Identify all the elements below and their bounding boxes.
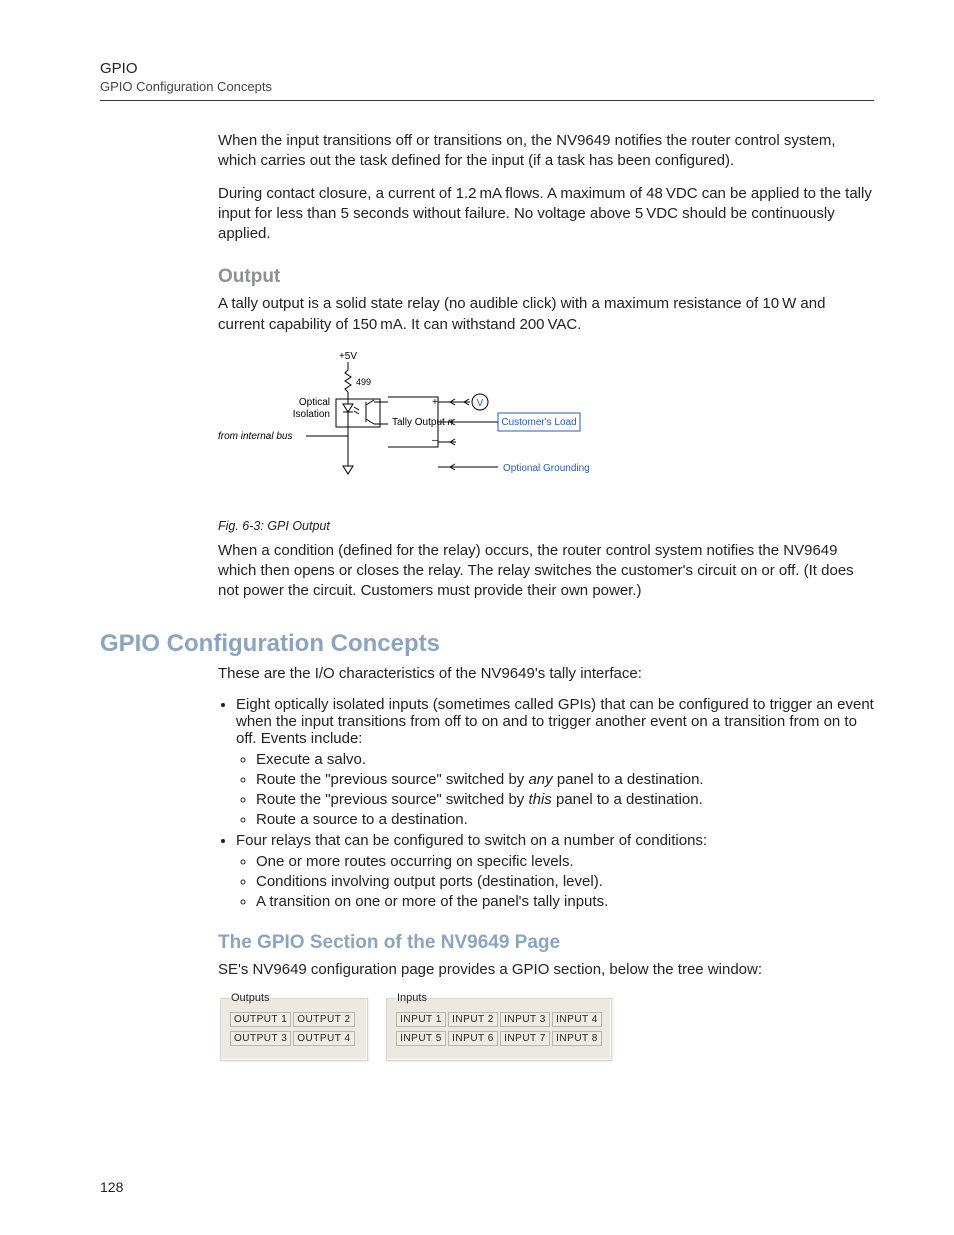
svg-text:Optional Grounding: Optional Grounding (503, 463, 590, 474)
gpio-sub-output-ports: Conditions involving output ports (desti… (256, 873, 874, 890)
gpio-sub-route-this: Route the "previous source" switched by … (256, 791, 874, 808)
svg-text:+: + (432, 397, 438, 408)
svg-text:Optical: Optical (299, 397, 330, 408)
output-paragraph-2: When a condition (defined for the relay)… (218, 541, 874, 602)
figure-caption-6-3: Fig. 6-3: GPI Output (218, 519, 874, 533)
gpio-bullet-inputs: Eight optically isolated inputs (sometim… (236, 696, 874, 828)
gpio-config-heading: GPIO Configuration Concepts (100, 630, 874, 658)
header-rule (100, 100, 874, 101)
output-2-button[interactable]: OUTPUT 2 (293, 1012, 354, 1027)
gpio-bullet-relays: Four relays that can be configured to sw… (236, 832, 874, 910)
output-3-button[interactable]: OUTPUT 3 (230, 1031, 291, 1046)
svg-text:V: V (477, 398, 484, 409)
input-7-button[interactable]: INPUT 7 (500, 1031, 550, 1046)
output-4-button[interactable]: OUTPUT 4 (293, 1031, 354, 1046)
svg-text:–: – (432, 435, 438, 446)
input-1-button[interactable]: INPUT 1 (396, 1012, 446, 1027)
svg-text:Isolation: Isolation (293, 409, 330, 420)
outputs-group: Outputs OUTPUT 1OUTPUT 2 OUTPUT 3OUTPUT … (220, 992, 368, 1061)
svg-text:+5V: +5V (339, 351, 357, 362)
input-2-button[interactable]: INPUT 2 (448, 1012, 498, 1027)
inputs-legend: Inputs (395, 992, 429, 1004)
input-5-button[interactable]: INPUT 5 (396, 1031, 446, 1046)
gpio-sub-tally-transition: A transition on one or more of the panel… (256, 893, 874, 910)
svg-text:from internal bus: from internal bus (218, 431, 292, 442)
output-heading: Output (218, 266, 874, 288)
gpio-section-intro: SE's NV9649 configuration page provides … (218, 960, 874, 980)
header-title: GPIO (100, 60, 874, 77)
input-6-button[interactable]: INPUT 6 (448, 1031, 498, 1046)
svg-text:499: 499 (356, 377, 371, 387)
input-4-button[interactable]: INPUT 4 (552, 1012, 602, 1027)
gpio-config-pane: Outputs OUTPUT 1OUTPUT 2 OUTPUT 3OUTPUT … (218, 992, 578, 1061)
gpi-output-schematic: .w{stroke:#000;stroke-width:1;fill:none}… (198, 347, 874, 511)
output-paragraph-1: A tally output is a solid state relay (n… (218, 294, 874, 335)
input-3-button[interactable]: INPUT 3 (500, 1012, 550, 1027)
gpio-sub-route-any: Route the "previous source" switched by … (256, 771, 874, 788)
gpio-intro: These are the I/O characteristics of the… (218, 664, 874, 684)
gpio-sub-route-source: Route a source to a destination. (256, 811, 874, 828)
gpio-sub-execute-salvo: Execute a salvo. (256, 751, 874, 768)
input-8-button[interactable]: INPUT 8 (552, 1031, 602, 1046)
intro-paragraph-2: During contact closure, a current of 1.2… (218, 184, 874, 245)
page-number: 128 (100, 1179, 123, 1195)
svg-text:Customer's Load: Customer's Load (501, 417, 576, 428)
inputs-group: Inputs INPUT 1INPUT 2INPUT 3INPUT 4 INPU… (386, 992, 612, 1061)
intro-paragraph-1: When the input transitions off or transi… (218, 131, 874, 172)
outputs-legend: Outputs (229, 992, 272, 1004)
gpio-section-heading: The GPIO Section of the NV9649 Page (218, 932, 874, 954)
output-1-button[interactable]: OUTPUT 1 (230, 1012, 291, 1027)
header-subtitle: GPIO Configuration Concepts (100, 79, 874, 94)
gpio-sub-routes-levels: One or more routes occurring on specific… (256, 853, 874, 870)
